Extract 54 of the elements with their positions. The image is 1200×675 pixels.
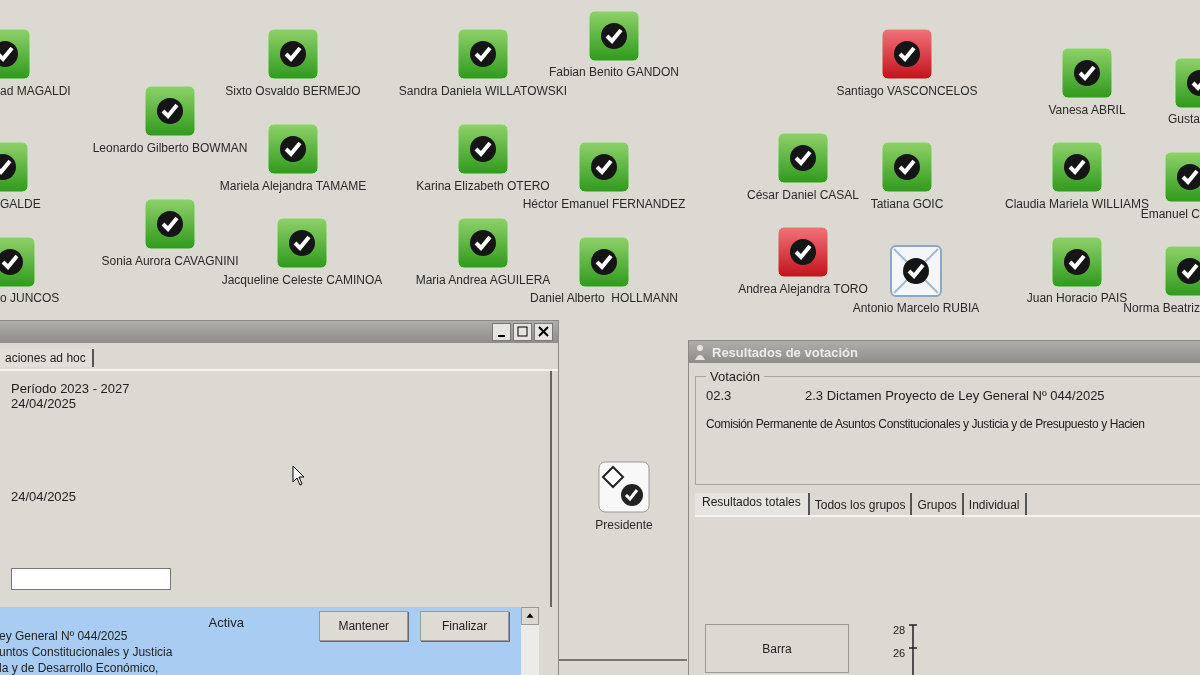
seat-name: Maria Andrea AGUILERA	[415, 273, 551, 287]
scrollbar[interactable]	[521, 607, 539, 675]
seat-name: Gusta	[1168, 112, 1200, 126]
seat-name: Fabian Benito GANDON	[548, 65, 680, 79]
seat-name: Presidente	[595, 518, 653, 532]
seat-name: Antonio Marcelo RUBIA	[852, 301, 980, 315]
date-text: 24/04/2025	[11, 489, 78, 504]
seat-name: Vanesa ABRIL	[1048, 103, 1126, 117]
axis-tick-label: 28	[893, 623, 906, 637]
action-button[interactable]: Finalizar	[420, 611, 509, 641]
tab[interactable]: Individual	[963, 493, 1027, 515]
seat-name: o JUNCOS	[0, 291, 60, 305]
seat-name: Andrea Alejandra TORO	[738, 282, 868, 296]
code-text: 02.3	[706, 388, 733, 403]
seat-name: Daniel Alberto HOLLMANN	[529, 291, 679, 305]
window-title: Resultados de votación	[712, 344, 858, 360]
subject-text: 2.3 Dictamen Proyecto de Ley General Nº 044/2025	[805, 388, 1105, 403]
seat-name: Jacqueline Celeste CAMINOA	[221, 273, 383, 287]
seat-name: Santiago VASCONCELOS	[836, 84, 978, 98]
tab[interactable]: Todos los grupos	[809, 493, 913, 515]
action-button[interactable]: Mantener	[319, 611, 409, 641]
axis-tick-label: 26	[893, 646, 906, 660]
committee-text: Comisión Permanente de Asuntos Constitucionales y Justicia y de Presupuesto y Hacien	[706, 417, 1146, 431]
seat-name: ad MAGALDI	[0, 84, 71, 98]
seat-name: César Daniel CASAL	[746, 188, 860, 202]
group-label: Votación	[709, 369, 761, 384]
seat-name: Sixto Osvaldo BERMEJO	[225, 84, 361, 98]
seat-name: GALDE	[0, 197, 41, 211]
minimize-icon[interactable]	[492, 323, 511, 341]
person-icon	[694, 344, 706, 360]
maximize-icon[interactable]	[513, 323, 532, 341]
selected-row[interactable]: ey General Nº 044/2025 untos Constitucionales y Justicia la y de Desarrollo Económico, Activa Mantener Finalizar	[0, 607, 521, 675]
seat-name: Héctor Emanuel FERNANDEZ	[522, 197, 686, 211]
seat-name: Karina Elizabeth OTERO	[416, 179, 550, 193]
item-text: la y de Desarrollo Económico,	[0, 660, 160, 675]
seat-name: Tatiana GOIC	[870, 197, 944, 211]
period-text: Período 2023 - 2027	[11, 381, 131, 396]
y-axis	[907, 623, 920, 675]
seat-name: Leonardo Gilberto BOWMAN	[92, 141, 248, 155]
chart-type-button[interactable]: Barra	[705, 624, 849, 673]
scroll-up-icon[interactable]	[521, 607, 539, 625]
input-field[interactable]	[11, 568, 171, 590]
tab[interactable]: aciones ad hoc	[0, 349, 94, 367]
tab[interactable]: Resultados totales	[695, 493, 810, 515]
date-text: 24/04/2025	[11, 396, 78, 411]
cursor-icon	[292, 465, 306, 487]
seat-name: Sonia Aurora CAVAGNINI	[101, 254, 239, 268]
item-text: untos Constitucionales y Justicia	[0, 644, 174, 660]
close-icon[interactable]	[534, 323, 553, 341]
seat-name: Mariela Alejandra TAMAME	[219, 179, 367, 193]
tab[interactable]: Grupos	[912, 493, 964, 515]
item-text: ey General Nº 044/2025	[0, 628, 129, 644]
status-text: Activa	[208, 615, 245, 631]
seat-name: Sandra Daniela WILLATOWSKI	[398, 84, 568, 98]
